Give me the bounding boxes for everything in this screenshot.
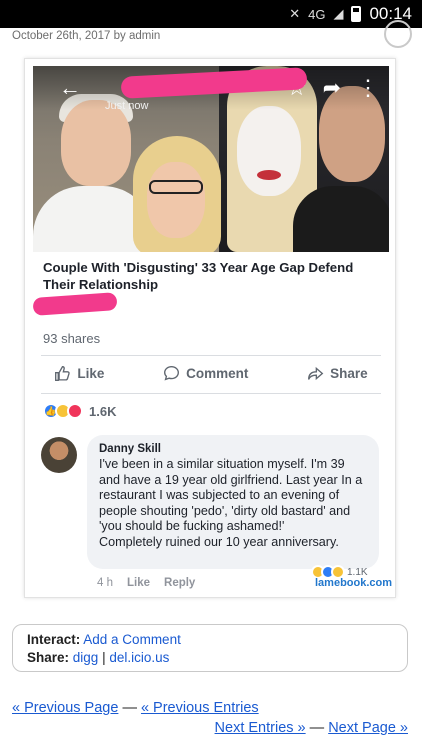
woman-face	[147, 162, 205, 238]
separator: |	[102, 650, 106, 665]
status-bar: ✕ 4G ◢ 00:14	[0, 0, 422, 28]
comment-like-link[interactable]: Like	[127, 577, 150, 589]
man-face	[61, 100, 131, 186]
facebook-post-screenshot: ← ☆ ➦ ⋮ Just now Couple With 'Disgusting…	[24, 58, 396, 598]
post-timestamp: Just now	[105, 100, 149, 112]
scroll-top-button[interactable]	[384, 20, 412, 48]
nav-previous: « Previous Page — « Previous Entries	[12, 700, 259, 716]
clown-lips	[257, 170, 281, 180]
signal-icon: ◢	[333, 6, 344, 21]
battery-icon	[351, 6, 362, 22]
digg-link[interactable]: digg	[73, 650, 99, 665]
add-comment-link[interactable]: Add a Comment	[83, 632, 181, 647]
share-icon	[308, 366, 324, 381]
next-entries-link[interactable]: Next Entries »	[215, 720, 306, 736]
interact-box: Interact: Add a Comment Share: digg | de…	[12, 624, 408, 672]
share-label: Share	[330, 366, 368, 381]
lamebook-watermark: lamebook.com	[315, 577, 393, 589]
reactions-summary[interactable]: 👍 1.6K	[43, 403, 116, 419]
comment-meta: 4 h Like Reply	[97, 577, 195, 589]
back-arrow-icon[interactable]: ←	[59, 75, 81, 101]
clown-face	[237, 106, 301, 196]
share-button[interactable]: Share	[307, 365, 368, 382]
more-options-icon[interactable]: ⋮	[357, 75, 379, 101]
previous-entries-link[interactable]: « Previous Entries	[141, 700, 259, 716]
comment-text: I've been in a similar situation myself.…	[99, 457, 363, 549]
comment-reaction-count: 1.1K	[347, 566, 368, 578]
glasses	[149, 180, 203, 194]
share-arrow-icon[interactable]: ➦	[323, 75, 341, 101]
share-count[interactable]: 93 shares	[43, 331, 100, 346]
man2-body	[293, 186, 389, 252]
divider	[41, 355, 381, 356]
comment-time: 4 h	[97, 577, 113, 589]
comment-author[interactable]: Danny Skill	[99, 443, 367, 455]
nav-next: Next Entries » — Next Page »	[215, 720, 408, 736]
like-label: Like	[77, 366, 105, 381]
comment-icon	[164, 366, 180, 381]
post-headline[interactable]: Couple With 'Disgusting' 33 Year Age Gap…	[43, 259, 383, 293]
post-photo: ← ☆ ➦ ⋮ Just now	[33, 66, 389, 252]
comment-label: Comment	[186, 366, 249, 381]
network-label: 4G	[308, 6, 326, 22]
mute-icon: ✕	[289, 6, 301, 21]
interact-label: Interact:	[27, 632, 81, 647]
next-page-link[interactable]: Next Page »	[328, 720, 408, 736]
comment-bubble: Danny Skill I've been in a similar situa…	[87, 435, 379, 569]
love-reaction-icon	[67, 403, 83, 419]
delicious-link[interactable]: del.icio.us	[109, 650, 169, 665]
comment-button[interactable]: Comment	[163, 365, 248, 382]
previous-page-link[interactable]: « Previous Page	[12, 700, 118, 716]
comment-reply-link[interactable]: Reply	[164, 577, 195, 589]
divider	[41, 393, 381, 394]
nav-dash: —	[122, 700, 137, 716]
share-label-text: Share:	[27, 650, 70, 665]
nav-dash: —	[309, 720, 325, 736]
thumbs-up-icon	[55, 366, 71, 381]
post-dateline: October 26th, 2017 by admin	[12, 30, 161, 42]
avatar[interactable]	[41, 437, 77, 473]
reaction-count: 1.6K	[89, 403, 117, 419]
post-actions: Like Comment Share	[25, 365, 397, 382]
like-button[interactable]: Like	[54, 365, 104, 382]
redaction-mark	[32, 292, 118, 316]
